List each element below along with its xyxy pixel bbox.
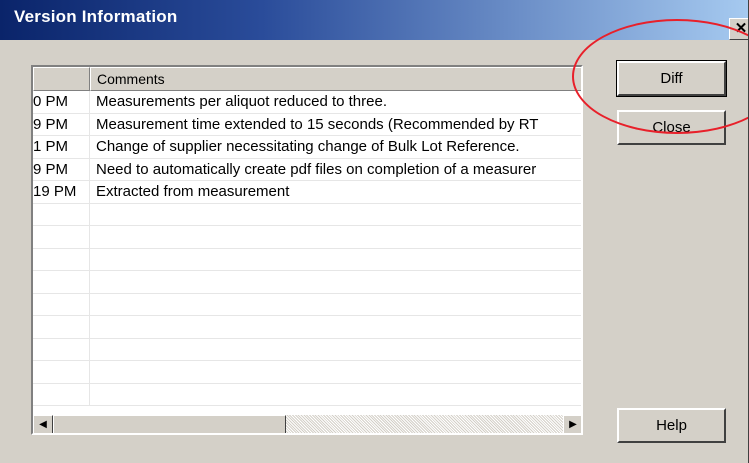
scroll-thumb[interactable] — [53, 415, 286, 433]
time-text: 9 PM — [33, 115, 69, 133]
cell-time — [33, 361, 90, 383]
column-header-time[interactable] — [33, 67, 90, 91]
cell-comment: Extracted from measurement — [96, 183, 290, 200]
cell-time — [33, 226, 90, 248]
table-row[interactable]: 9 PM Measurement time extended to 15 seco… — [33, 113, 581, 136]
cell-comment — [90, 361, 581, 383]
close-button[interactable]: Close — [617, 110, 726, 145]
cell-time: 1 PM — [33, 136, 90, 158]
list-rows: 0 PM Measurements per aliquot reduced to … — [33, 91, 581, 406]
table-row[interactable] — [33, 203, 581, 226]
scroll-track[interactable] — [53, 415, 563, 433]
table-row[interactable] — [33, 316, 581, 339]
table-row[interactable]: 19 PM Extracted from measurement — [33, 181, 581, 204]
cell-time — [33, 316, 90, 338]
table-row[interactable] — [33, 293, 581, 316]
cell-comment: Need to automatically create pdf files o… — [96, 160, 537, 178]
cell-time — [33, 271, 90, 293]
version-list[interactable]: Comments 0 PM Measurements per aliquot re… — [31, 65, 583, 435]
cell-comment: Measurements per aliquot reduced to thre… — [96, 93, 387, 110]
cell-time: 19 PM — [33, 181, 90, 203]
list-header: Comments — [33, 67, 581, 91]
cell-time: 0 PM — [33, 91, 90, 113]
cell-comment — [90, 384, 581, 406]
cell-time — [33, 293, 90, 315]
cell-comment — [90, 271, 581, 293]
table-row[interactable]: 9 PM Need to automatically create pdf fil… — [33, 158, 581, 181]
close-icon[interactable]: ✕ — [729, 18, 748, 40]
cell-comment — [90, 294, 581, 316]
cell-comment — [90, 316, 581, 338]
scroll-left-icon[interactable]: ◀ — [33, 415, 53, 433]
cell-time — [33, 383, 90, 405]
cell-time: 9 PM — [33, 113, 90, 135]
title-bar: Version Information ✕ — [0, 0, 748, 40]
table-row[interactable] — [33, 248, 581, 271]
table-row[interactable]: 1 PM Change of supplier necessitating cha… — [33, 136, 581, 159]
table-row[interactable] — [33, 361, 581, 384]
table-row[interactable] — [33, 383, 581, 406]
cell-time — [33, 338, 90, 360]
cell-comment: Measurement time extended to 15 seconds … — [96, 115, 539, 133]
table-row[interactable] — [33, 271, 581, 294]
cell-comment: Change of supplier necessitating change … — [96, 138, 520, 155]
cell-time — [33, 248, 90, 270]
help-button[interactable]: Help — [617, 408, 726, 443]
cell-time — [33, 203, 90, 225]
cell-comment — [90, 339, 581, 361]
horizontal-scrollbar[interactable]: ◀ ▶ — [33, 415, 581, 433]
window-title: Version Information — [14, 7, 178, 26]
scroll-right-icon[interactable]: ▶ — [563, 415, 581, 433]
cell-comment — [90, 204, 581, 226]
column-header-comments[interactable]: Comments — [90, 67, 581, 91]
time-text: 9 PM — [33, 160, 69, 178]
table-row[interactable]: 0 PM Measurements per aliquot reduced to … — [33, 91, 581, 114]
time-text: 1 PM — [33, 138, 69, 155]
cell-comment — [90, 249, 581, 271]
cell-time: 9 PM — [33, 158, 90, 180]
cell-comment — [90, 226, 581, 248]
table-row[interactable] — [33, 226, 581, 249]
time-text: 0 PM — [33, 93, 69, 110]
time-text: 19 PM — [33, 183, 77, 200]
table-row[interactable] — [33, 338, 581, 361]
diff-button[interactable]: Diff — [616, 60, 727, 97]
version-information-dialog: Version Information ✕ Comments 0 PM Measu… — [0, 0, 749, 463]
